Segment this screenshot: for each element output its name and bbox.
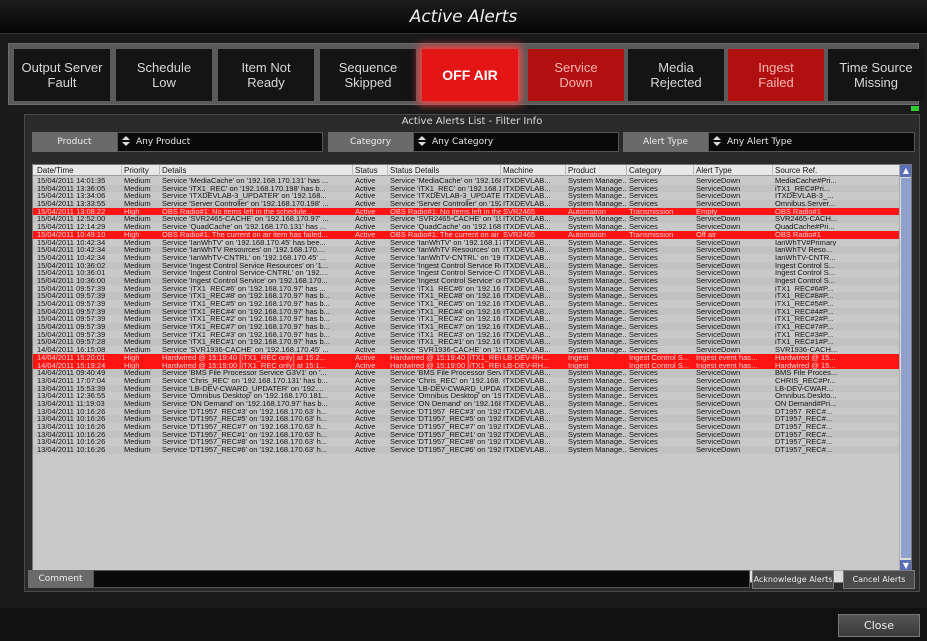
table-row[interactable]: 15/04/2011 13:08:22 High OBS Radio#1: No i… — [33, 207, 901, 216]
table-row[interactable]: 15/04/2011 13:33:55 Medium Service 'Server… — [33, 200, 901, 208]
alert-tile[interactable]: Time Source Missing — [828, 49, 924, 101]
cancel-alerts-button[interactable]: Cancel Alerts — [843, 570, 915, 589]
table-cell: ServiceDown — [696, 446, 741, 455]
bottom-bar — [0, 608, 927, 641]
table-row[interactable]: 13/04/2011 10:16:26 Medium Service 'DT1957… — [33, 415, 901, 423]
column-header[interactable]: Status — [353, 165, 388, 176]
column-header[interactable]: Product — [566, 165, 627, 176]
table-cell: ITXDEVLAB... — [503, 446, 551, 455]
column-header[interactable]: Details — [160, 165, 353, 176]
grid-rows: 15/04/2011 14:01:35 Medium Service 'MediaC… — [33, 177, 901, 454]
table-row[interactable]: 15/04/2011 09:57:39 Medium Service 'iTX1_R… — [33, 315, 901, 323]
spinner-icon[interactable] — [712, 136, 721, 148]
table-row[interactable]: 14/04/2011 15:20:01 High Hardwired @ 15:19… — [33, 353, 901, 362]
table-cell: Medium — [124, 446, 151, 455]
table-row[interactable]: 14/04/2011 16:15:08 Medium Service 'SVR193… — [33, 346, 901, 354]
alert-tile[interactable]: Service Down — [528, 49, 624, 101]
table-row[interactable]: 15/04/2011 10:36:02 Medium Service 'Ingest… — [33, 261, 901, 270]
table-cell: Service 'DT1957_REC#6' on '192.16... — [390, 446, 501, 455]
table-row[interactable]: 15/04/2011 09:57:28 Medium Service 'iTX1_R… — [33, 338, 901, 347]
table-row[interactable]: 15/04/2011 10:49:10 High OBS Radio#1: The … — [33, 230, 901, 239]
category-filter-label: Category — [328, 132, 413, 152]
vertical-scrollbar[interactable]: ▲ ▼ — [899, 165, 911, 572]
column-header[interactable]: Priority — [122, 165, 160, 176]
tile-indicator — [911, 106, 919, 111]
table-row[interactable]: 15/04/2011 09:57:39 Medium Service 'iTX1_R… — [33, 323, 901, 331]
category-filter-select[interactable]: Any Category — [413, 132, 619, 152]
product-filter-select[interactable]: Any Product — [117, 132, 323, 152]
alert-tile[interactable]: OFF AIR — [422, 49, 518, 101]
table-row[interactable]: 15/04/2011 10:36:01 Medium Service 'Ingest… — [33, 269, 901, 277]
alert-tile[interactable]: Sequence Skipped — [320, 49, 416, 101]
table-row[interactable]: 13/04/2011 12:36:55 Medium Service 'Omnibu… — [33, 392, 901, 400]
table-cell: System Manage... — [568, 446, 627, 455]
comment-input[interactable] — [93, 570, 750, 588]
table-row[interactable]: 13/04/2011 10:16:26 Medium Service 'DT1957… — [33, 408, 901, 416]
table-row[interactable]: 13/04/2011 15:53:39 Medium Service 'LB-DEV… — [33, 384, 901, 393]
product-filter-label: Product — [32, 132, 117, 152]
comment-label: Comment — [28, 570, 93, 588]
category-filter-value: Any Category — [432, 137, 494, 147]
column-header[interactable]: Date/Time — [35, 165, 122, 176]
table-cell: DT1957_REC#... — [775, 446, 833, 455]
scroll-up-arrow-icon[interactable]: ▲ — [900, 165, 911, 177]
column-header[interactable]: Source Ref. — [773, 165, 901, 176]
alert-tile[interactable]: Schedule Low — [116, 49, 212, 101]
spinner-icon[interactable] — [417, 136, 426, 148]
alert-tile[interactable]: Ingest Failed — [728, 49, 824, 101]
alert-type-filter-select[interactable]: Any Alert Type — [708, 132, 915, 152]
column-header[interactable]: Machine — [501, 165, 566, 176]
list-title: Active Alerts List - Filter Info — [401, 116, 543, 127]
table-row[interactable]: 13/04/2011 10:16:26 Medium Service 'DT1957… — [33, 446, 901, 454]
alert-tile[interactable]: Output Server Fault — [14, 49, 110, 101]
table-row[interactable]: 14/04/2011 15:19:24 High Hardwired @ 15:19… — [33, 361, 901, 370]
table-row[interactable]: 13/04/2011 11:19:03 Medium Service 'ON Dem… — [33, 399, 901, 408]
alert-tile[interactable]: Media Rejected — [628, 49, 724, 101]
table-row[interactable]: 13/04/2011 17:07:04 Medium Service 'Chris_… — [33, 377, 901, 385]
table-row[interactable]: 13/04/2011 10:16:26 Medium Service 'DT1957… — [33, 430, 901, 439]
table-row[interactable]: 15/04/2011 10:36:00 Medium Service 'Ingest… — [33, 276, 901, 285]
table-row[interactable]: 14/04/2011 09:40:49 Medium Service 'BMS Fi… — [33, 369, 901, 377]
table-cell: Service 'DT1957_REC#6' on '192.168.170.6… — [162, 446, 327, 455]
table-row[interactable]: 15/04/2011 13:36:05 Medium Service 'iTX1_R… — [33, 184, 901, 193]
table-cell: Services — [629, 446, 658, 455]
table-row[interactable]: 15/04/2011 12:14:29 Medium Service 'QuadCa… — [33, 223, 901, 231]
spinner-icon[interactable] — [121, 136, 130, 148]
table-row[interactable]: 15/04/2011 12:52:00 Medium Service 'SVR246… — [33, 215, 901, 224]
table-row[interactable]: 15/04/2011 14:01:35 Medium Service 'MediaC… — [33, 177, 901, 185]
table-row[interactable]: 15/04/2011 10:42:34 Medium Service 'IanWhT… — [33, 254, 901, 262]
vertical-scroll-thumb[interactable] — [901, 178, 911, 558]
product-filter-value: Any Product — [136, 137, 191, 147]
alerts-grid[interactable]: Date/Time Priority Details Status Status Det… — [32, 164, 912, 583]
table-cell: Active — [355, 446, 376, 455]
table-row[interactable]: 15/04/2011 10:42:34 Medium Service 'IanWhT… — [33, 246, 901, 254]
table-row[interactable]: 13/04/2011 10:16:26 Medium Service 'DT1957… — [33, 438, 901, 446]
table-row[interactable]: 13/04/2011 10:16:26 Medium Service 'DT1957… — [33, 423, 901, 431]
table-row[interactable]: 15/04/2011 10:42:34 Medium Service 'IanWhT… — [33, 239, 901, 247]
table-row[interactable]: 15/04/2011 09:57:39 Medium Service 'iTX1_R… — [33, 285, 901, 293]
alert-type-filter-value: Any Alert Type — [727, 137, 793, 147]
table-row[interactable]: 15/04/2011 09:57:39 Medium Service 'iTX1_R… — [33, 300, 901, 308]
acknowledge-alerts-button[interactable]: Acknowledge Alerts — [752, 570, 834, 589]
grid-header: Date/Time Priority Details Status Status Det… — [33, 165, 901, 176]
column-header[interactable]: Status Details — [388, 165, 501, 176]
alert-type-filter-label: Alert Type — [623, 132, 708, 152]
close-button[interactable]: Close — [838, 614, 920, 637]
alert-tile[interactable]: Item Not Ready — [218, 49, 314, 101]
table-row[interactable]: 15/04/2011 09:57:39 Medium Service 'iTX1_R… — [33, 331, 901, 339]
table-row[interactable]: 15/04/2011 13:34:06 Medium Service 'ITXDEV… — [33, 192, 901, 200]
table-row[interactable]: 15/04/2011 09:57:39 Medium Service 'iTX1_R… — [33, 292, 901, 300]
table-row[interactable]: 15/04/2011 09:57:39 Medium Service 'iTX1_R… — [33, 307, 901, 316]
alert-tiles-bar: Output Server Fault Schedule Low Item Not … — [8, 43, 924, 105]
title-bar: Active Alerts — [0, 0, 927, 34]
table-cell: 13/04/2011 10:16:26 — [37, 446, 106, 455]
column-header[interactable]: Category — [627, 165, 694, 176]
active-alerts-list-panel: Active Alerts List - Filter Info Product… — [24, 114, 920, 592]
column-header[interactable]: Alert Type — [694, 165, 773, 176]
window-title: Active Alerts — [409, 7, 518, 27]
